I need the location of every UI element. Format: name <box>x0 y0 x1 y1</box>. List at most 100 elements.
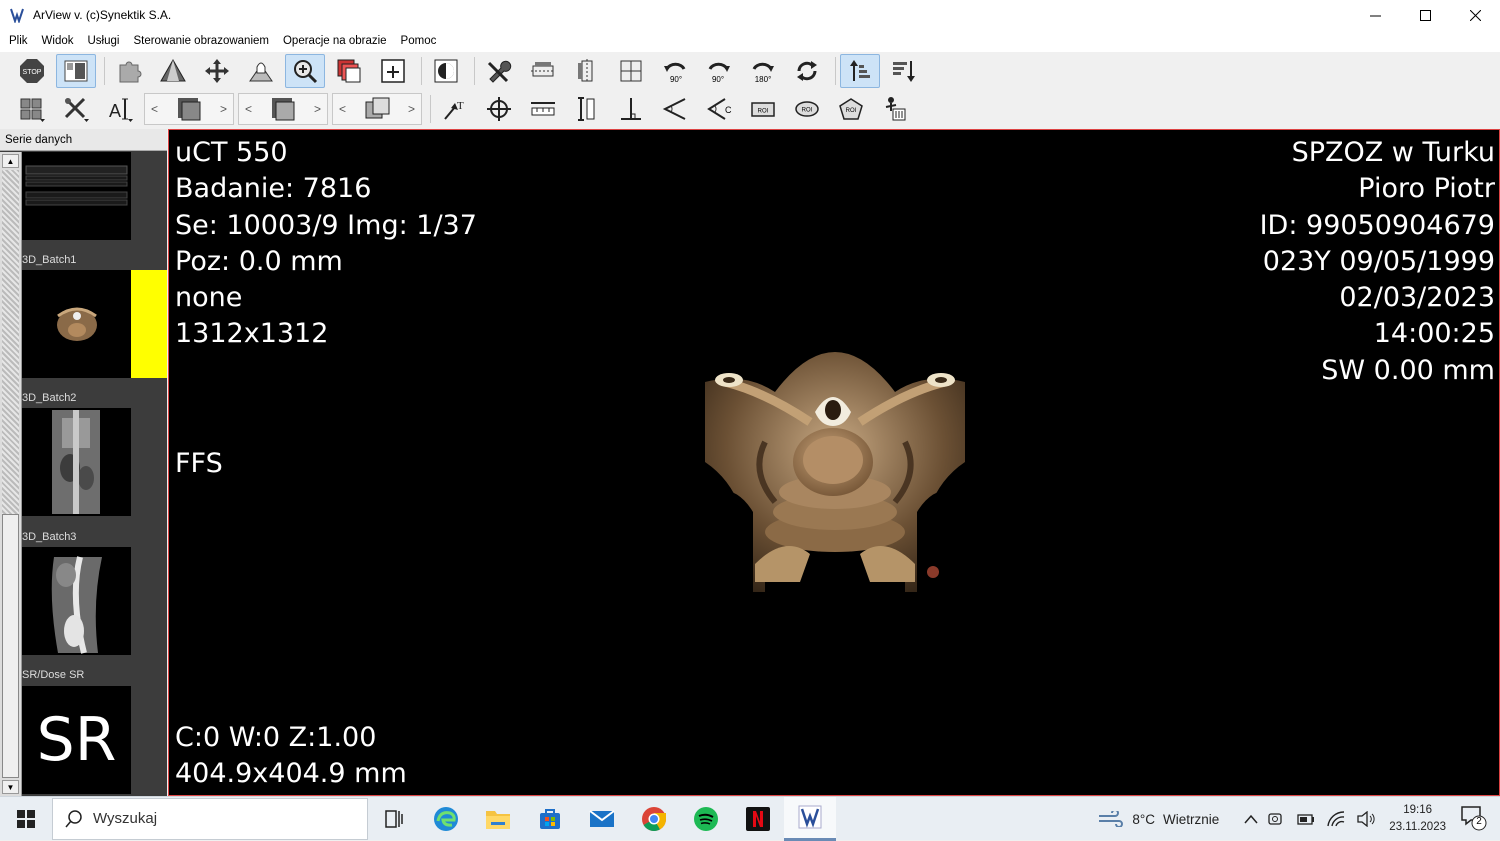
overlay-age-dob: 023Y 09/05/1999 <box>1262 245 1495 277</box>
svg-text:ROI: ROI <box>802 108 813 114</box>
series-thumbnail[interactable] <box>22 547 131 655</box>
roi-ellipse-button[interactable]: ROI <box>787 92 827 126</box>
arview-logo-icon <box>10 8 24 23</box>
taskbar-clock[interactable]: 19:16 23.11.2023 <box>1389 802 1446 836</box>
scroll-down-button[interactable]: ▼ <box>2 780 19 794</box>
flip-horizontal-button[interactable] <box>523 54 563 88</box>
taskbar-edge[interactable] <box>420 797 472 841</box>
taskbar-spotify[interactable] <box>680 797 732 841</box>
crosshair-button[interactable] <box>479 92 519 126</box>
maximize-icon <box>1419 9 1431 21</box>
image-viewport[interactable]: uCT 550 Badanie: 7816 Se: 10003/9 Img: 1… <box>168 129 1500 796</box>
overlay-series-image: Se: 10003/9 Img: 1/37 <box>175 209 477 241</box>
power-plug-icon <box>1297 814 1315 825</box>
series-thumbnail[interactable] <box>22 270 131 378</box>
notification-center-button[interactable]: 2 <box>1460 803 1490 836</box>
overlay-patient-id: ID: 99050904679 <box>1259 209 1495 241</box>
ruler-button[interactable] <box>523 92 563 126</box>
netflix-icon <box>746 806 770 831</box>
text-annotation-button[interactable]: T <box>435 92 475 126</box>
delete-annotations-button[interactable] <box>875 92 915 126</box>
tray-battery-button[interactable] <box>1296 811 1316 827</box>
image-next-button[interactable]: > <box>314 102 321 116</box>
stop-button[interactable]: STOP <box>12 54 52 88</box>
study-next-button[interactable]: > <box>408 102 415 116</box>
windows-taskbar: Wyszukaj 8°C Wietrznie 19:16 23.11.2023 … <box>0 796 1500 841</box>
series-thumbnail[interactable]: SR <box>22 686 131 794</box>
mirror-button[interactable] <box>611 54 651 88</box>
crossed-tools-button[interactable] <box>56 92 96 126</box>
taskbar-store[interactable] <box>524 797 576 841</box>
tray-volume-button[interactable] <box>1356 811 1376 827</box>
weather-widget[interactable]: 8°C Wietrznie <box>1098 811 1219 827</box>
menu-plik[interactable]: Plik <box>2 35 35 47</box>
task-view-button[interactable] <box>368 797 420 841</box>
menu-pomoc[interactable]: Pomoc <box>394 35 444 47</box>
grid-layout-button[interactable] <box>12 92 52 126</box>
tray-wifi-button[interactable] <box>1326 811 1346 827</box>
study-navigator: < > <box>332 93 422 125</box>
angle-button[interactable] <box>655 92 695 126</box>
vertical-ruler-button[interactable] <box>567 92 607 126</box>
taskbar-file-explorer[interactable] <box>472 797 524 841</box>
image-navigator: < > <box>238 93 328 125</box>
reset-button[interactable] <box>787 54 827 88</box>
notification-count: 2 <box>1476 815 1482 827</box>
flip-vertical-button[interactable] <box>567 54 607 88</box>
cobb-angle-button[interactable]: C <box>699 92 739 126</box>
rotate-left-90-button[interactable]: 90° <box>655 54 695 88</box>
maximize-button[interactable] <box>1400 0 1450 30</box>
menu-uslugi[interactable]: Usługi <box>80 35 126 47</box>
rotate-180-button[interactable]: 180° <box>743 54 783 88</box>
pyramid-button[interactable] <box>153 54 193 88</box>
cine-stack-button[interactable] <box>329 54 369 88</box>
study-stack-icon <box>365 97 390 119</box>
rotate-left-icon: 90° <box>664 62 686 84</box>
spotify-icon <box>694 806 718 831</box>
roi-rectangle-icon: ROI <box>751 102 775 117</box>
series-thumbnail[interactable] <box>22 152 131 240</box>
tray-meet-button[interactable] <box>1268 811 1286 827</box>
tools-button[interactable] <box>479 54 519 88</box>
taskbar-netflix[interactable] <box>732 797 784 841</box>
minimize-button[interactable] <box>1350 0 1400 30</box>
sort-options-button[interactable] <box>884 54 924 88</box>
window-level-button[interactable] <box>241 54 281 88</box>
taskbar-arview[interactable] <box>784 796 836 841</box>
taskbar-mail[interactable] <box>576 797 628 841</box>
series-scrollbar[interactable]: ▲ ▼ <box>0 152 22 796</box>
series-prev-button[interactable]: < <box>151 102 158 116</box>
ruler-vertical-icon <box>578 97 595 121</box>
roi-rectangle-button[interactable]: ROI <box>743 92 783 126</box>
add-frame-button[interactable] <box>373 54 413 88</box>
annotation-text-button[interactable]: A <box>100 92 140 126</box>
sort-button[interactable] <box>840 54 880 88</box>
scroll-up-button[interactable]: ▲ <box>2 154 19 168</box>
scroll-thumb[interactable] <box>2 514 19 778</box>
menu-widok[interactable]: Widok <box>35 35 81 47</box>
invert-button[interactable] <box>426 54 466 88</box>
zoom-button[interactable] <box>285 54 325 88</box>
taskbar-search-box[interactable]: Wyszukaj <box>52 797 368 840</box>
start-button[interactable] <box>0 797 52 841</box>
roi-ellipse-icon: ROI <box>795 101 819 117</box>
rotate-right-90-button[interactable]: 90° <box>699 54 739 88</box>
menu-sterowanie[interactable]: Sterowanie obrazowaniem <box>126 35 276 47</box>
title-bar: ArView v. (c)Synektik S.A. <box>0 0 1500 30</box>
roi-polygon-button[interactable]: ROI <box>831 92 871 126</box>
grid-layout-icon <box>20 98 45 122</box>
tray-overflow-button[interactable] <box>1244 814 1258 824</box>
pan-button[interactable] <box>197 54 237 88</box>
layout-toggle-button[interactable] <box>56 54 96 88</box>
series-next-button[interactable]: > <box>220 102 227 116</box>
menu-operacje[interactable]: Operacje na obrazie <box>276 35 394 47</box>
perpendicular-button[interactable] <box>611 92 651 126</box>
puzzle-button[interactable] <box>109 54 149 88</box>
study-prev-button[interactable]: < <box>339 102 346 116</box>
image-prev-button[interactable]: < <box>245 102 252 116</box>
series-label: 3D_Batch1 <box>22 254 77 266</box>
taskbar-chrome[interactable] <box>628 797 680 841</box>
svg-text:STOP: STOP <box>23 69 42 76</box>
close-button[interactable] <box>1450 0 1500 30</box>
series-thumbnail[interactable] <box>22 408 131 516</box>
